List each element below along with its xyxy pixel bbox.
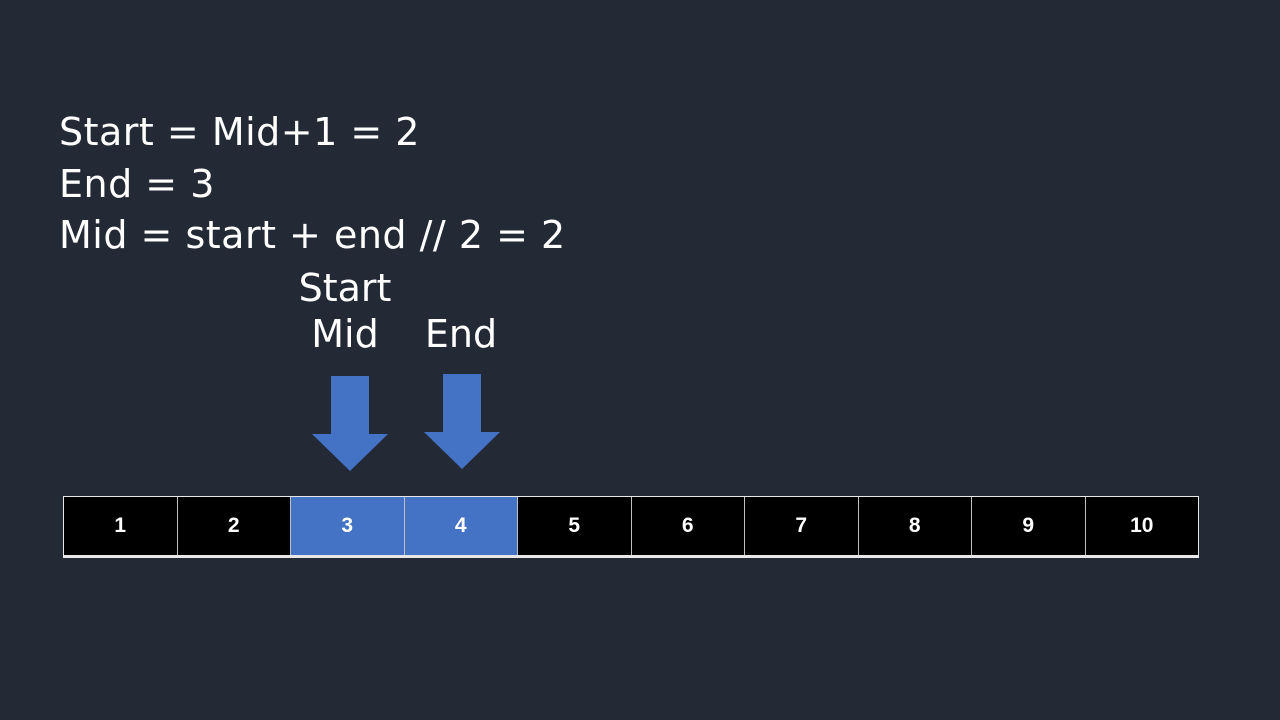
code-line-mid: Mid = start + end // 2 = 2 — [59, 213, 566, 257]
start-pointer-label: Start — [298, 266, 392, 310]
array-row: 1 2 3 4 5 6 7 8 9 10 — [63, 496, 1199, 558]
start-mid-arrow-icon — [312, 376, 388, 471]
end-pointer-label: End — [424, 312, 498, 356]
mid-pointer-label: Mid — [311, 312, 379, 356]
end-arrow-icon — [424, 374, 500, 469]
array-cell: 10 — [1085, 497, 1199, 555]
array-cell: 2 — [177, 497, 291, 555]
array-cell: 5 — [518, 497, 632, 555]
array-cell: 3 — [291, 497, 405, 555]
array-cell: 9 — [972, 497, 1086, 555]
array-cell: 8 — [858, 497, 972, 555]
array-cell: 4 — [404, 497, 518, 555]
code-line-start: Start = Mid+1 = 2 — [59, 110, 420, 154]
array-cell: 6 — [631, 497, 745, 555]
array-cell: 7 — [745, 497, 859, 555]
array-cell: 1 — [64, 497, 178, 555]
code-line-end: End = 3 — [59, 162, 215, 206]
